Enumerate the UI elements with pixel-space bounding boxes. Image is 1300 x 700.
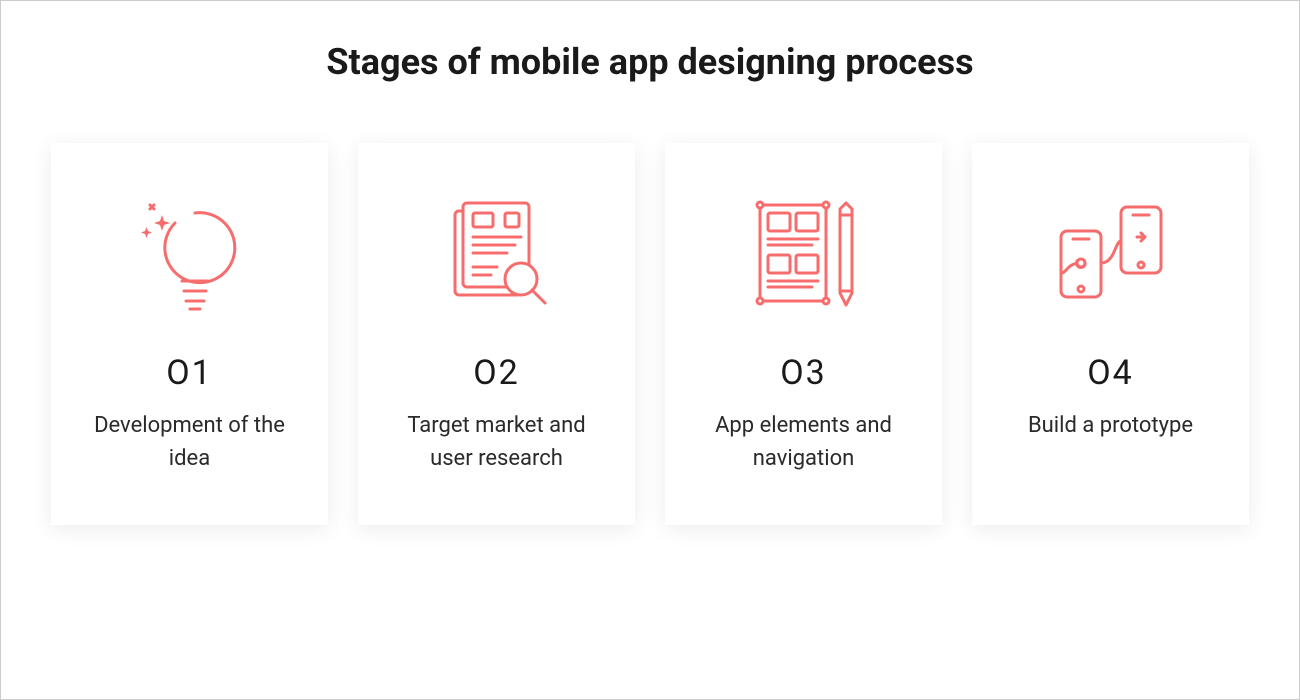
stage-description: Development of the idea xyxy=(80,409,300,475)
lightbulb-icon xyxy=(120,183,260,323)
stage-description: Build a prototype xyxy=(1028,409,1193,442)
cards-container: O1 Development of the idea O2 Target mar… xyxy=(51,143,1249,525)
stage-card-1: O1 Development of the idea xyxy=(51,143,328,525)
stage-number: O3 xyxy=(780,353,827,393)
research-doc-icon xyxy=(427,183,567,323)
stage-description: Target market and user research xyxy=(387,409,607,475)
stage-card-2: O2 Target market and user research xyxy=(358,143,635,525)
stage-card-3: O3 App elements and navigation xyxy=(665,143,942,525)
page-title: Stages of mobile app designing process xyxy=(326,41,973,83)
stage-number: O1 xyxy=(166,353,213,393)
prototype-icon xyxy=(1041,183,1181,323)
stage-card-4: O4 Build a prototype xyxy=(972,143,1249,525)
stage-description: App elements and navigation xyxy=(694,409,914,475)
wireframe-icon xyxy=(734,183,874,323)
stage-number: O4 xyxy=(1087,353,1134,393)
stage-number: O2 xyxy=(473,353,520,393)
